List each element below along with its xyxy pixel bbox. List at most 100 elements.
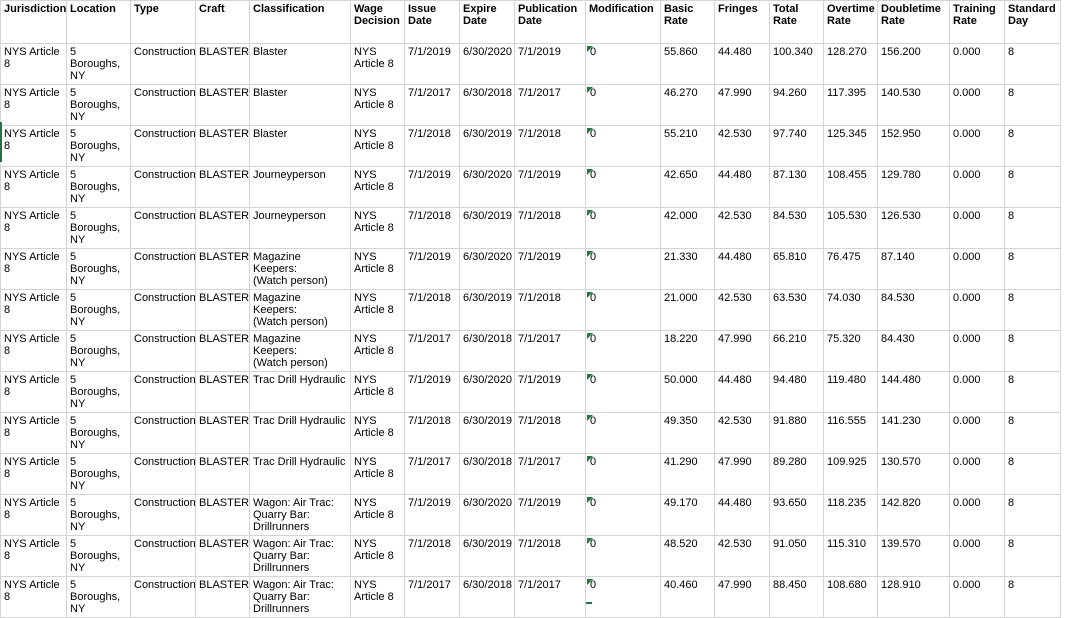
cell-jurisdiction[interactable]: NYS Article 8: [0, 371, 67, 413]
cell-expire-date[interactable]: 6/30/2018: [459, 576, 515, 618]
cell-standard-day[interactable]: 8: [1004, 412, 1061, 454]
cell-issue-date[interactable]: 7/1/2018: [404, 535, 460, 577]
cell-modification[interactable]: 0: [585, 125, 661, 167]
cell-basic-rate[interactable]: 55.210: [660, 125, 715, 167]
cell-location[interactable]: 5 Boroughs, NY: [66, 43, 131, 85]
cell-doubletime-rate[interactable]: 129.780: [877, 166, 950, 208]
cell-doubletime-rate[interactable]: 126.530: [877, 207, 950, 249]
column-header-craft[interactable]: Craft: [195, 0, 250, 44]
cell-overtime-rate[interactable]: 105.530: [823, 207, 878, 249]
cell-issue-date[interactable]: 7/1/2019: [404, 494, 460, 536]
cell-craft[interactable]: BLASTER: [195, 330, 250, 372]
cell-jurisdiction[interactable]: NYS Article 8: [0, 125, 67, 167]
cell-classification[interactable]: Journeyperson: [249, 207, 351, 249]
cell-type[interactable]: Construction: [130, 125, 196, 167]
cell-expire-date[interactable]: 6/30/2018: [459, 330, 515, 372]
number-stored-as-text-indicator-icon[interactable]: [587, 210, 593, 216]
cell-fringes[interactable]: 42.530: [714, 207, 770, 249]
cell-training-rate[interactable]: 0.000: [949, 207, 1005, 249]
cell-overtime-rate[interactable]: 108.455: [823, 166, 878, 208]
cell-expire-date[interactable]: 6/30/2019: [459, 289, 515, 331]
cell-craft[interactable]: BLASTER: [195, 84, 250, 126]
cell-type[interactable]: Construction: [130, 330, 196, 372]
cell-standard-day[interactable]: 8: [1004, 453, 1061, 495]
cell-jurisdiction[interactable]: NYS Article 8: [0, 576, 67, 618]
cell-total-rate[interactable]: 88.450: [769, 576, 824, 618]
cell-issue-date[interactable]: 7/1/2018: [404, 289, 460, 331]
cell-expire-date[interactable]: 6/30/2019: [459, 207, 515, 249]
cell-total-rate[interactable]: 84.530: [769, 207, 824, 249]
cell-doubletime-rate[interactable]: 84.430: [877, 330, 950, 372]
cell-location[interactable]: 5 Boroughs, NY: [66, 576, 131, 618]
cell-publication-date[interactable]: 7/1/2019: [514, 371, 586, 413]
cell-craft[interactable]: BLASTER: [195, 125, 250, 167]
cell-total-rate[interactable]: 91.880: [769, 412, 824, 454]
cell-type[interactable]: Construction: [130, 371, 196, 413]
cell-jurisdiction[interactable]: NYS Article 8: [0, 330, 67, 372]
cell-expire-date[interactable]: 6/30/2019: [459, 412, 515, 454]
cell-modification[interactable]: 0: [585, 84, 661, 126]
cell-total-rate[interactable]: 91.050: [769, 535, 824, 577]
cell-standard-day[interactable]: 8: [1004, 207, 1061, 249]
cell-basic-rate[interactable]: 46.270: [660, 84, 715, 126]
cell-training-rate[interactable]: 0.000: [949, 248, 1005, 290]
cell-location[interactable]: 5 Boroughs, NY: [66, 371, 131, 413]
cell-fringes[interactable]: 42.530: [714, 289, 770, 331]
cell-fringes[interactable]: 47.990: [714, 453, 770, 495]
cell-issue-date[interactable]: 7/1/2017: [404, 84, 460, 126]
cell-location[interactable]: 5 Boroughs, NY: [66, 84, 131, 126]
cell-modification[interactable]: 0: [585, 576, 661, 618]
cell-expire-date[interactable]: 6/30/2019: [459, 125, 515, 167]
cell-type[interactable]: Construction: [130, 453, 196, 495]
cell-doubletime-rate[interactable]: 130.570: [877, 453, 950, 495]
cell-publication-date[interactable]: 7/1/2017: [514, 84, 586, 126]
cell-total-rate[interactable]: 97.740: [769, 125, 824, 167]
cell-location[interactable]: 5 Boroughs, NY: [66, 125, 131, 167]
cell-doubletime-rate[interactable]: 139.570: [877, 535, 950, 577]
cell-standard-day[interactable]: 8: [1004, 125, 1061, 167]
cell-doubletime-rate[interactable]: 140.530: [877, 84, 950, 126]
cell-training-rate[interactable]: 0.000: [949, 330, 1005, 372]
number-stored-as-text-indicator-icon[interactable]: [587, 251, 593, 257]
cell-training-rate[interactable]: 0.000: [949, 289, 1005, 331]
cell-publication-date[interactable]: 7/1/2017: [514, 330, 586, 372]
cell-expire-date[interactable]: 6/30/2020: [459, 494, 515, 536]
cell-wage-decision[interactable]: NYS Article 8: [350, 576, 405, 618]
cell-classification[interactable]: Trac Drill Hydraulic: [249, 453, 351, 495]
cell-overtime-rate[interactable]: 125.345: [823, 125, 878, 167]
cell-jurisdiction[interactable]: NYS Article 8: [0, 412, 67, 454]
cell-doubletime-rate[interactable]: 156.200: [877, 43, 950, 85]
cell-modification[interactable]: 0: [585, 330, 661, 372]
cell-craft[interactable]: BLASTER: [195, 43, 250, 85]
cell-training-rate[interactable]: 0.000: [949, 43, 1005, 85]
cell-jurisdiction[interactable]: NYS Article 8: [0, 207, 67, 249]
number-stored-as-text-indicator-icon[interactable]: [587, 128, 593, 134]
cell-wage-decision[interactable]: NYS Article 8: [350, 330, 405, 372]
column-header-total-rate[interactable]: Total Rate: [769, 0, 824, 44]
cell-total-rate[interactable]: 94.480: [769, 371, 824, 413]
cell-location[interactable]: 5 Boroughs, NY: [66, 207, 131, 249]
cell-classification[interactable]: Magazine Keepers: (Watch person): [249, 330, 351, 372]
column-header-standard-day[interactable]: Standard Day: [1004, 0, 1061, 44]
spreadsheet-grid[interactable]: Jurisdiction Location Type Craft Classificat…: [0, 0, 1061, 618]
cell-issue-date[interactable]: 7/1/2017: [404, 453, 460, 495]
cell-doubletime-rate[interactable]: 152.950: [877, 125, 950, 167]
column-header-training-rate[interactable]: Training Rate: [949, 0, 1005, 44]
cell-standard-day[interactable]: 8: [1004, 43, 1061, 85]
cell-standard-day[interactable]: 8: [1004, 576, 1061, 618]
cell-publication-date[interactable]: 7/1/2018: [514, 207, 586, 249]
cell-location[interactable]: 5 Boroughs, NY: [66, 330, 131, 372]
cell-training-rate[interactable]: 0.000: [949, 535, 1005, 577]
cell-classification[interactable]: Journeyperson: [249, 166, 351, 208]
cell-total-rate[interactable]: 66.210: [769, 330, 824, 372]
column-header-overtime-rate[interactable]: Overtime Rate: [823, 0, 878, 44]
cell-issue-date[interactable]: 7/1/2018: [404, 125, 460, 167]
number-stored-as-text-indicator-icon[interactable]: [587, 46, 593, 52]
cell-issue-date[interactable]: 7/1/2018: [404, 412, 460, 454]
cell-basic-rate[interactable]: 21.000: [660, 289, 715, 331]
cell-total-rate[interactable]: 63.530: [769, 289, 824, 331]
cell-wage-decision[interactable]: NYS Article 8: [350, 412, 405, 454]
cell-craft[interactable]: BLASTER: [195, 535, 250, 577]
cell-issue-date[interactable]: 7/1/2017: [404, 576, 460, 618]
column-header-basic-rate[interactable]: Basic Rate: [660, 0, 715, 44]
